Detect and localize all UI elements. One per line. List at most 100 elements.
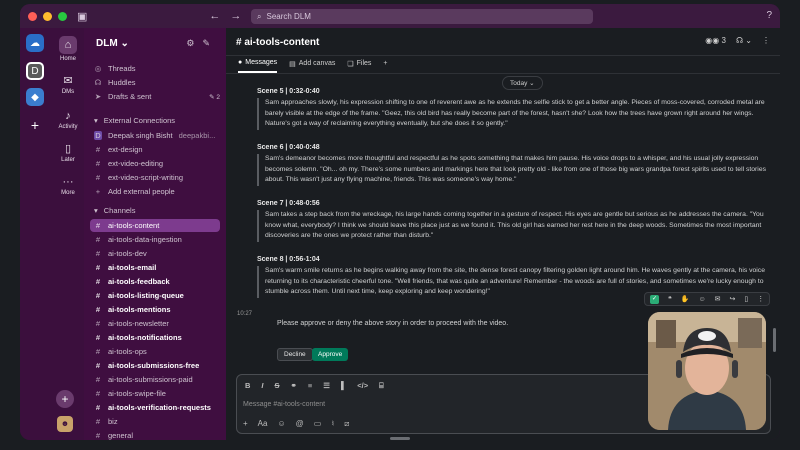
sidebar-item-threads[interactable]: ◎ Threads xyxy=(94,62,220,75)
huddle-button[interactable]: ☊ ⌄ xyxy=(736,36,752,45)
video-icon[interactable]: ▭ xyxy=(314,419,322,429)
message-timestamp[interactable]: 10:27 xyxy=(237,311,252,317)
check-reaction-icon[interactable]: ✓ xyxy=(650,294,659,304)
sidebar-item-ext-design[interactable]: # ext-design xyxy=(94,143,220,156)
more-actions-icon[interactable]: ⋮ xyxy=(757,295,764,303)
add-tab-button[interactable]: + xyxy=(383,56,387,73)
hash-icon: # xyxy=(95,361,101,370)
shortcuts-icon[interactable]: ⧄ xyxy=(344,419,349,429)
sidebar-item-channel[interactable]: # ai-tools-verification-requests xyxy=(94,401,220,414)
rail-later[interactable]: ▯ Later xyxy=(52,142,84,163)
user-avatar[interactable]: ☻ xyxy=(57,416,73,432)
minimize-window-button[interactable] xyxy=(43,11,52,21)
sidebar-item-ext-video-editing[interactable]: # ext-video-editing xyxy=(94,157,220,170)
sidebar-item-channel[interactable]: # ai-tools-submissions-paid xyxy=(94,373,220,386)
rail-home-label: Home xyxy=(59,56,76,62)
workspace-switcher-dlm[interactable]: D xyxy=(26,62,44,80)
zoom-window-button[interactable] xyxy=(58,11,67,21)
add-reaction-icon[interactable]: ☺ xyxy=(699,296,706,303)
sidebar-item-channel[interactable]: # ai-tools-notifications xyxy=(94,331,220,344)
microphone-icon[interactable]: ♮ xyxy=(331,419,334,429)
channel-menu-icon[interactable]: ⋮ xyxy=(762,36,770,45)
sidebar-item-channel[interactable]: # ai-tools-listing-queue xyxy=(94,289,220,302)
rail-more[interactable]: ··· More xyxy=(52,176,84,196)
tab-messages[interactable]: ● Messages xyxy=(238,56,278,73)
scene-block: Scene 7 | 0:48-0:56 Sam takes a step bac… xyxy=(257,200,767,242)
hash-icon: # xyxy=(95,291,101,300)
approval-message: Please approve or deny the above story i… xyxy=(277,320,509,327)
sidebar-item-channel[interactable]: # biz xyxy=(94,415,220,428)
resize-handle[interactable] xyxy=(390,437,410,440)
strikethrough-icon[interactable]: S xyxy=(275,381,280,391)
bell-icon: ♪ xyxy=(65,110,71,122)
sidebar-item-drafts[interactable]: ➤ Drafts & sent ✎ 2 xyxy=(94,90,220,103)
sidebar-item-add-external[interactable]: + Add external people xyxy=(94,185,220,198)
save-icon[interactable]: ▯ xyxy=(744,295,748,303)
scrollbar[interactable] xyxy=(773,328,776,352)
mention-icon[interactable]: @ xyxy=(296,419,304,429)
sidebar-item-label: Threads xyxy=(108,64,136,73)
sidebar-item-channel[interactable]: # ai-tools-email xyxy=(94,261,220,274)
sidebar-item-channel[interactable]: # ai-tools-content xyxy=(90,219,220,232)
emoji-icon[interactable]: ☺ xyxy=(277,419,285,429)
blockquote-icon[interactable]: ▌ xyxy=(341,381,346,391)
attach-plus-icon[interactable]: + xyxy=(243,419,248,429)
sidebar-item-huddles[interactable]: ☊ Huddles xyxy=(94,76,220,89)
channel-title[interactable]: # ai-tools-content xyxy=(236,37,319,48)
link-icon[interactable]: ⚭ xyxy=(291,381,297,391)
quote-reaction-icon[interactable]: ❝ xyxy=(668,295,672,303)
sidebar-item-channel[interactable]: # general xyxy=(94,429,220,440)
sidebar-item-channel[interactable]: # ai-tools-ops xyxy=(94,345,220,358)
tab-files[interactable]: ❑ Files xyxy=(347,56,371,73)
workspace-switcher-1[interactable]: ☁ xyxy=(26,34,44,52)
filter-icon[interactable]: ⚙ xyxy=(186,38,202,48)
sidebar-item-dm-deepak[interactable]: D Deepak singh Bisht deepakbi... xyxy=(94,129,220,142)
channel-header: # ai-tools-content ◉◉ 3 ☊ ⌄ ⋮ xyxy=(226,28,780,56)
scene-block: Scene 5 | 0:32-0:40 Sam approaches slowl… xyxy=(257,88,767,130)
tab-add-canvas[interactable]: ▤ Add canvas xyxy=(289,56,335,73)
search-bar[interactable]: ⌕ Search DLM xyxy=(251,9,593,24)
channels-header[interactable]: ▾ Channels xyxy=(94,206,135,215)
sidebar-item-ext-video-script-writing[interactable]: # ext-video-script-writing xyxy=(94,171,220,184)
create-new-button[interactable]: + xyxy=(56,390,74,408)
italic-icon[interactable]: I xyxy=(261,381,263,391)
workspace-name[interactable]: DLM ⌄ xyxy=(96,38,129,49)
compose-icon[interactable]: ✎ xyxy=(202,38,218,48)
sidebar-item-channel[interactable]: # ai-tools-submissions-free xyxy=(94,359,220,372)
bullet-list-icon[interactable]: ☰ xyxy=(323,381,330,391)
message-input[interactable]: Message #ai-tools-content xyxy=(243,401,325,408)
sidebar-item-channel[interactable]: # ai-tools-dev xyxy=(94,247,220,260)
sidebar-item-channel[interactable]: # ai-tools-swipe-file xyxy=(94,387,220,400)
close-window-button[interactable] xyxy=(28,11,37,21)
sidebar-item-channel[interactable]: # ai-tools-mentions xyxy=(94,303,220,316)
raised-hands-icon[interactable]: ✋ xyxy=(681,295,690,303)
sidebar-toggle-icon[interactable]: ▣ xyxy=(77,10,87,23)
sidebar-item-channel[interactable]: # ai-tools-data-ingestion xyxy=(94,233,220,246)
add-workspace-icon[interactable]: + xyxy=(26,116,44,134)
code-icon[interactable]: </> xyxy=(357,381,368,391)
rail-dms[interactable]: ✉ DMs xyxy=(52,74,84,95)
bold-icon[interactable]: B xyxy=(245,381,250,391)
help-icon[interactable]: ? xyxy=(766,10,772,21)
forward-icon[interactable]: ↪ xyxy=(730,295,736,303)
decline-button[interactable]: Decline xyxy=(277,348,313,361)
ordered-list-icon[interactable]: ≡ xyxy=(308,381,312,391)
rail-activity[interactable]: ♪ Activity xyxy=(52,110,84,130)
rail-home[interactable]: ⌂ Home xyxy=(52,36,84,62)
reply-thread-icon[interactable]: ✉ xyxy=(715,295,721,303)
back-arrow-icon[interactable]: ← xyxy=(209,10,220,22)
members-button[interactable]: ◉◉ 3 xyxy=(705,36,726,45)
hash-icon: # xyxy=(95,417,101,426)
workspace-switcher-3[interactable]: ◆ xyxy=(26,88,44,106)
sidebar-item-channel[interactable]: # ai-tools-feedback xyxy=(94,275,220,288)
forward-arrow-icon[interactable]: → xyxy=(230,10,241,22)
sidebar-item-label: ext-design xyxy=(108,145,143,154)
code-block-icon[interactable]: ⌸ xyxy=(379,381,384,391)
send-icon: ➤ xyxy=(94,92,102,101)
text-format-icon[interactable]: Aa xyxy=(258,419,268,429)
sidebar-item-channel[interactable]: # ai-tools-newsletter xyxy=(94,317,220,330)
sidebar-header-icons: ⚙✎ xyxy=(186,38,218,49)
approve-button[interactable]: Approve xyxy=(312,348,349,361)
external-connections-header[interactable]: ▾ External Connections xyxy=(94,116,175,125)
home-icon: ⌂ xyxy=(59,36,77,54)
